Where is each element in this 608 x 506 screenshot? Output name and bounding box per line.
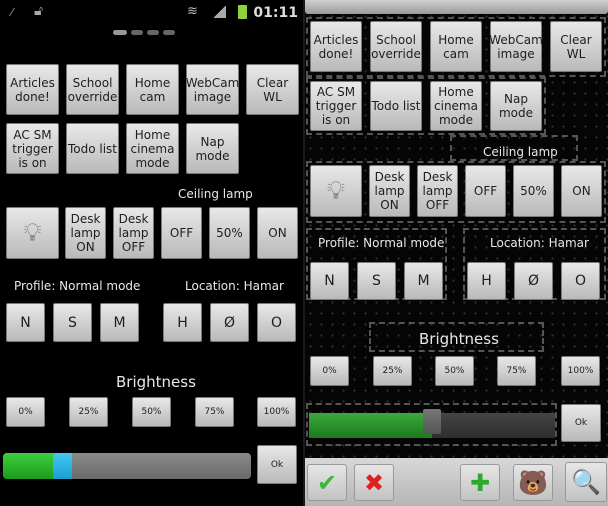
- desk-lamp-on-button[interactable]: Desk lamp ON: [369, 165, 410, 217]
- battery-icon: [238, 5, 247, 19]
- articles-done-button[interactable]: Articles done!: [6, 64, 59, 115]
- desk-lamp-on-button[interactable]: Desk lamp ON: [65, 207, 106, 259]
- checkmark-icon: ✔: [316, 468, 338, 497]
- slider-thumb[interactable]: [53, 453, 72, 479]
- brightness-0-button[interactable]: 0%: [310, 356, 349, 386]
- articles-done-button[interactable]: Articles done!: [310, 21, 362, 72]
- bear-widget-button[interactable]: 🐻: [513, 464, 553, 501]
- todo-list-button[interactable]: Todo list: [66, 123, 119, 174]
- zoom-button[interactable]: 🔍: [565, 462, 607, 502]
- magnifier-icon: 🔍: [571, 468, 601, 496]
- brightness-100-button[interactable]: 100%: [561, 356, 600, 386]
- profile-s-button[interactable]: S: [357, 262, 396, 300]
- brightness-slider[interactable]: [309, 409, 555, 438]
- ac-sm-trigger-button[interactable]: AC SM trigger is on: [310, 81, 362, 131]
- add-widget-button[interactable]: ✚: [460, 464, 500, 501]
- profile-m-button[interactable]: M: [100, 303, 139, 342]
- nap-mode-button[interactable]: Nap mode: [186, 123, 239, 174]
- slider-fill: [309, 413, 432, 438]
- clear-wl-button[interactable]: Clear WL: [246, 64, 299, 115]
- brightness-slider[interactable]: [3, 453, 251, 479]
- todo-list-button[interactable]: Todo list: [370, 81, 422, 131]
- home-cinema-button[interactable]: Home cinema mode: [430, 81, 482, 131]
- profile-n-button[interactable]: N: [310, 262, 349, 300]
- cross-icon: ✖: [363, 468, 385, 497]
- school-override-button[interactable]: School override: [66, 64, 119, 115]
- live-screen: ⁄ 🔓︎ ≋ 01:11 Articles done! School overr…: [0, 0, 303, 506]
- unlock-icon: 🔓︎: [34, 3, 44, 19]
- brightness-ok-button[interactable]: Ok: [257, 445, 297, 484]
- lightbulb-button[interactable]: 💡︎: [6, 207, 59, 259]
- nap-mode-button[interactable]: Nap mode: [490, 81, 542, 131]
- page-dot: [113, 30, 127, 35]
- brightness-50-button[interactable]: 50%: [435, 356, 474, 386]
- brightness-25-button[interactable]: 25%: [373, 356, 412, 386]
- brightness-50-button[interactable]: 50%: [132, 397, 171, 427]
- status-bar: ⁄ 🔓︎ ≋ 01:11: [0, 0, 303, 26]
- location-o-button[interactable]: O: [257, 303, 296, 342]
- profile-label: Profile: Normal mode: [14, 279, 141, 293]
- brightness-label: Brightness: [419, 330, 499, 348]
- profile-n-button[interactable]: N: [6, 303, 45, 342]
- ac-sm-trigger-button[interactable]: AC SM trigger is on: [6, 123, 59, 174]
- location-h-button[interactable]: H: [467, 262, 506, 300]
- lightbulb-icon: 💡︎: [326, 176, 346, 206]
- desk-lamp-off-button[interactable]: Desk lamp OFF: [417, 165, 458, 217]
- ceiling-50-button[interactable]: 50%: [209, 207, 250, 259]
- brightness-label: Brightness: [116, 373, 196, 391]
- home-cinema-button[interactable]: Home cinema mode: [126, 123, 179, 174]
- page-dot: [131, 30, 143, 35]
- plus-icon: ✚: [469, 468, 491, 497]
- desk-lamp-off-button[interactable]: Desk lamp OFF: [113, 207, 154, 259]
- profile-m-button[interactable]: M: [404, 262, 443, 300]
- ceiling-on-button[interactable]: ON: [257, 207, 298, 259]
- brightness-25-button[interactable]: 25%: [69, 397, 108, 427]
- page-dot: [163, 30, 175, 35]
- bear-icon: 🐻: [518, 468, 548, 497]
- clock: 01:11: [253, 5, 298, 21]
- home-cam-button[interactable]: Home cam: [430, 21, 482, 72]
- edit-top-bar: [305, 0, 608, 14]
- webcam-image-button[interactable]: WebCam image: [489, 21, 543, 72]
- profile-s-button[interactable]: S: [53, 303, 92, 342]
- usb-debug-icon: ⁄: [11, 6, 13, 19]
- ceiling-lamp-label: Ceiling lamp: [178, 187, 253, 201]
- edit-screen: Articles done! School override Home cam …: [305, 0, 608, 506]
- brightness-100-button[interactable]: 100%: [257, 397, 296, 427]
- brightness-75-button[interactable]: 75%: [195, 397, 234, 427]
- lightbulb-button[interactable]: 💡︎: [310, 165, 362, 217]
- location-oe-button[interactable]: Ø: [210, 303, 249, 342]
- brightness-ok-button[interactable]: Ok: [561, 404, 601, 442]
- school-override-button[interactable]: School override: [370, 21, 422, 72]
- clear-wl-button[interactable]: Clear WL: [550, 21, 602, 72]
- wifi-icon: ≋: [187, 4, 198, 19]
- ceiling-off-button[interactable]: OFF: [465, 165, 506, 217]
- ceiling-on-button[interactable]: ON: [561, 165, 602, 217]
- brightness-75-button[interactable]: 75%: [497, 356, 536, 386]
- ceiling-lamp-label: Ceiling lamp: [483, 145, 558, 159]
- profile-label: Profile: Normal mode: [318, 236, 445, 250]
- location-label: Location: Hamar: [490, 236, 589, 250]
- slider-thumb[interactable]: [423, 409, 441, 434]
- location-oe-button[interactable]: Ø: [514, 262, 553, 300]
- home-page-indicator: [113, 30, 175, 35]
- brightness-0-button[interactable]: 0%: [6, 397, 45, 427]
- location-label: Location: Hamar: [185, 279, 284, 293]
- confirm-button[interactable]: ✔: [307, 464, 347, 501]
- lightbulb-icon: 💡︎: [23, 218, 42, 248]
- location-h-button[interactable]: H: [163, 303, 202, 342]
- signal-icon: [212, 6, 226, 18]
- edit-toolbar: ✔ ✖ ✚ 🐻 🔍: [305, 458, 608, 506]
- location-o-button[interactable]: O: [561, 262, 600, 300]
- ceiling-50-button[interactable]: 50%: [513, 165, 554, 217]
- home-cam-button[interactable]: Home cam: [126, 64, 179, 115]
- webcam-image-button[interactable]: WebCam image: [186, 64, 239, 115]
- cancel-button[interactable]: ✖: [354, 464, 394, 501]
- page-dot: [147, 30, 159, 35]
- ceiling-off-button[interactable]: OFF: [161, 207, 202, 259]
